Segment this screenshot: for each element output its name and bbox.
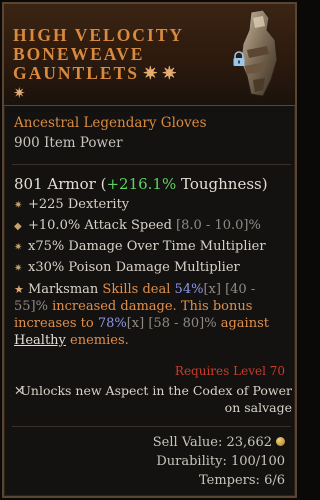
codex-unlock-note: ✕ Unlocks new Aspect in the Codex of Pow… (14, 382, 292, 416)
codex-unlock-line1: Unlocks new Aspect in the Codex of Power (20, 383, 292, 398)
armor-prefix: 801 Armor ( (14, 175, 107, 193)
lock-icon (233, 51, 245, 66)
aspect-text: enemies. (65, 333, 129, 348)
stat-text: x75% Damage Over Time Multiplier (28, 239, 266, 254)
sell-value: Sell Value: 23,662 (153, 435, 285, 450)
codex-unlock-line2: on salvage (224, 400, 292, 415)
item-tooltip: High Velocity Boneweave Gauntlets ✷ ✷ ✷ (2, 2, 297, 498)
stat-row: ✷ x75% Damage Over Time Multiplier (14, 239, 266, 254)
aspect-text: Marksman (28, 282, 103, 297)
stat-text: +10.0% Attack Speed (28, 218, 177, 233)
affix-bullet-icon: ◆ (14, 221, 22, 232)
greater-affix-star: ✷ (13, 84, 26, 102)
item-name-line1: High Velocity (13, 25, 185, 45)
aspect-value: 78% (97, 316, 127, 331)
item-name: High Velocity Boneweave Gauntlets ✷ ✷ (13, 26, 238, 83)
aspect-text: against (216, 316, 269, 331)
stat-text: x30% Poison Damage Multiplier (28, 260, 240, 275)
healthy-keyword[interactable]: Healthy (14, 333, 66, 348)
greater-affix-stars: ✷ ✷ (142, 63, 177, 83)
item-power: 900 Item Power (14, 135, 123, 151)
stat-row: ✷ x30% Poison Damage Multiplier (14, 260, 240, 275)
stat-row: ✷ +225 Dexterity (14, 197, 129, 212)
codex-unlock-icon: ✕ (14, 383, 25, 398)
level-requirement: Requires Level 70 (174, 364, 285, 378)
stat-row: ◆ +10.0% Attack Speed [8.0 - 10.0]% (14, 218, 261, 233)
armor-line: 801 Armor (+216.1% Toughness) (14, 175, 268, 193)
armor-suffix: Toughness) (176, 175, 268, 193)
gold-coin-icon (276, 437, 285, 446)
divider (12, 164, 291, 165)
aspect-range: [58 - 80]% (144, 316, 217, 331)
stat-range: [8.0 - 10.0]% (176, 218, 261, 233)
aspect-text: Skills deal (102, 282, 175, 297)
toughness-value: +216.1% (106, 175, 177, 193)
aspect-marker: [x] (203, 282, 221, 297)
durability: Durability: 100/100 (156, 454, 285, 469)
item-subtype: Ancestral Legendary Gloves (14, 115, 207, 131)
greater-affix-star-icon: ✷ (14, 263, 23, 274)
greater-affix-star-icon: ✷ (14, 242, 23, 253)
sell-value-text: Sell Value: 23,662 (152, 435, 272, 450)
tempers: Tempers: 6/6 (198, 473, 285, 488)
legendary-aspect-star-icon: ★ (14, 283, 24, 296)
stat-text: +225 Dexterity (28, 197, 130, 212)
greater-affix-star-icon: ✷ (14, 200, 23, 211)
legendary-aspect: ★ Marksman Skills deal 54%[x] [40 - 55]% … (14, 281, 292, 349)
divider (12, 426, 291, 427)
aspect-value: 54% (174, 282, 204, 297)
item-name-line2: Boneweave (13, 44, 145, 64)
aspect-marker: [x] (126, 316, 145, 331)
tooltip-header: High Velocity Boneweave Gauntlets ✷ ✷ ✷ (4, 4, 295, 106)
item-name-line3: Gauntlets (13, 63, 139, 83)
